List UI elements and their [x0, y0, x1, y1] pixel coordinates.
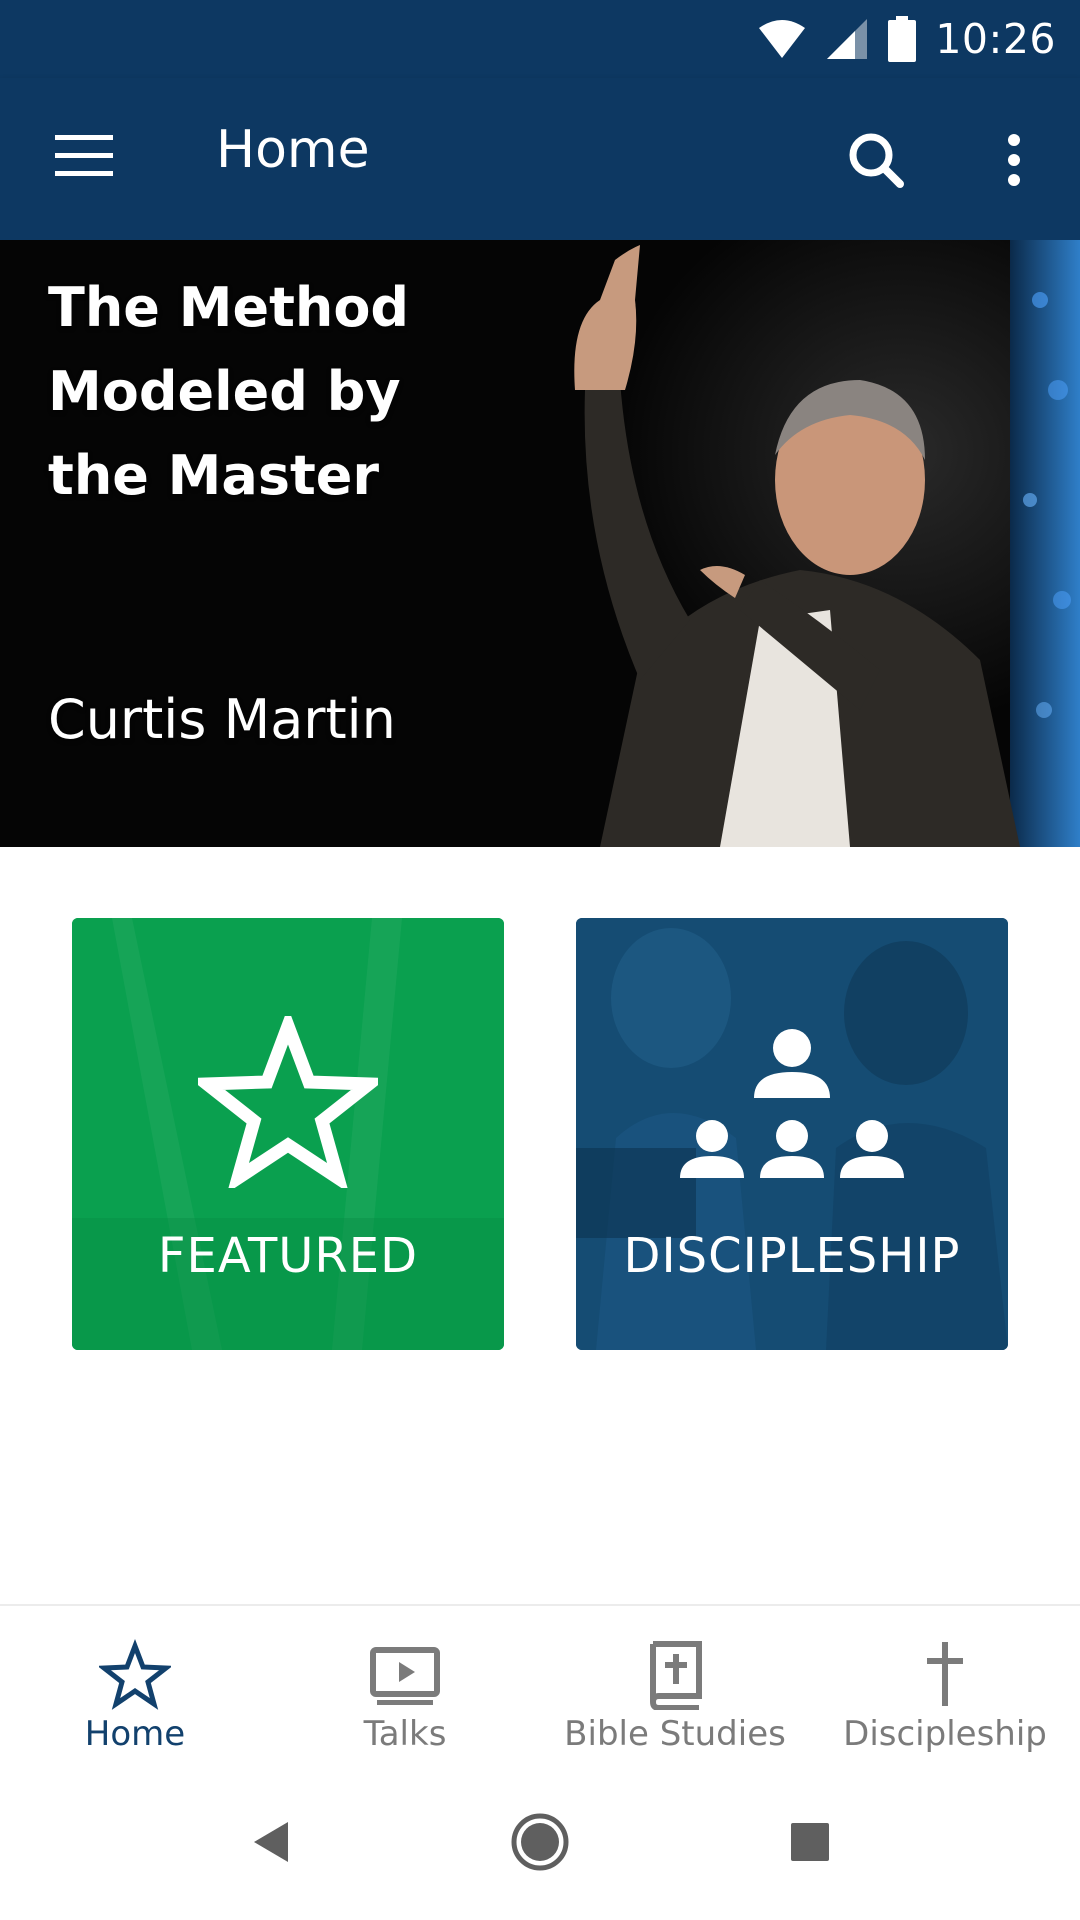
system-home-button[interactable]	[490, 1792, 590, 1892]
nav-item-bible-studies[interactable]: Bible Studies	[540, 1606, 810, 1766]
nav-label-discipleship: Discipleship	[843, 1714, 1047, 1754]
more-options-button[interactable]	[970, 116, 1058, 204]
nav-item-home[interactable]: Home	[0, 1606, 270, 1766]
hamburger-menu-icon	[55, 135, 113, 176]
tv-play-icon	[370, 1647, 440, 1705]
system-navigation-bar	[0, 1764, 1080, 1920]
nav-label-home: Home	[84, 1714, 186, 1754]
battery-icon	[888, 16, 917, 62]
wifi-icon	[759, 20, 806, 58]
bible-icon	[649, 1641, 702, 1710]
more-vertical-icon	[1008, 134, 1020, 186]
hero-title: The Method Modeled by the Master	[48, 276, 410, 507]
search-icon	[849, 133, 904, 188]
system-recents-button[interactable]	[760, 1792, 860, 1892]
cross-icon	[927, 1642, 963, 1706]
discipleship-label: DISCIPLESHIP	[623, 1228, 961, 1284]
nav-label-bible-studies: Bible Studies	[564, 1714, 786, 1754]
system-back-button[interactable]	[220, 1792, 320, 1892]
back-icon	[254, 1822, 288, 1862]
menu-button[interactable]	[36, 114, 132, 198]
featured-label: FEATURED	[157, 1228, 419, 1284]
search-button[interactable]	[832, 116, 920, 204]
status-icons: 10:26	[757, 0, 1056, 78]
cellular-signal-icon	[827, 19, 868, 59]
featured-tile[interactable]: FEATURED	[72, 918, 504, 1350]
star-outline-icon	[198, 1016, 378, 1188]
nav-item-talks[interactable]: Talks	[270, 1606, 540, 1766]
star-outline-icon	[99, 1638, 171, 1710]
nav-item-discipleship[interactable]: Discipleship	[810, 1606, 1080, 1766]
home-circle-icon	[511, 1813, 569, 1871]
recents-square-icon	[791, 1823, 829, 1861]
hero-speaker: Curtis Martin	[48, 688, 396, 751]
discipleship-tile[interactable]: DISCIPLESHIP	[576, 918, 1008, 1350]
nav-label-talks: Talks	[363, 1714, 447, 1754]
hero-carousel[interactable]: The Method Modeled by the Master Curtis …	[0, 240, 1080, 847]
app-bar: Home	[0, 78, 1080, 240]
page-title: Home	[216, 120, 370, 180]
status-time: 10:26	[935, 15, 1056, 63]
status-bar: 10:26	[0, 0, 1080, 78]
group-hierarchy-icon	[680, 1029, 904, 1178]
bottom-navigation: Home Talks Bible Studies Discipleship	[0, 1604, 1080, 1766]
